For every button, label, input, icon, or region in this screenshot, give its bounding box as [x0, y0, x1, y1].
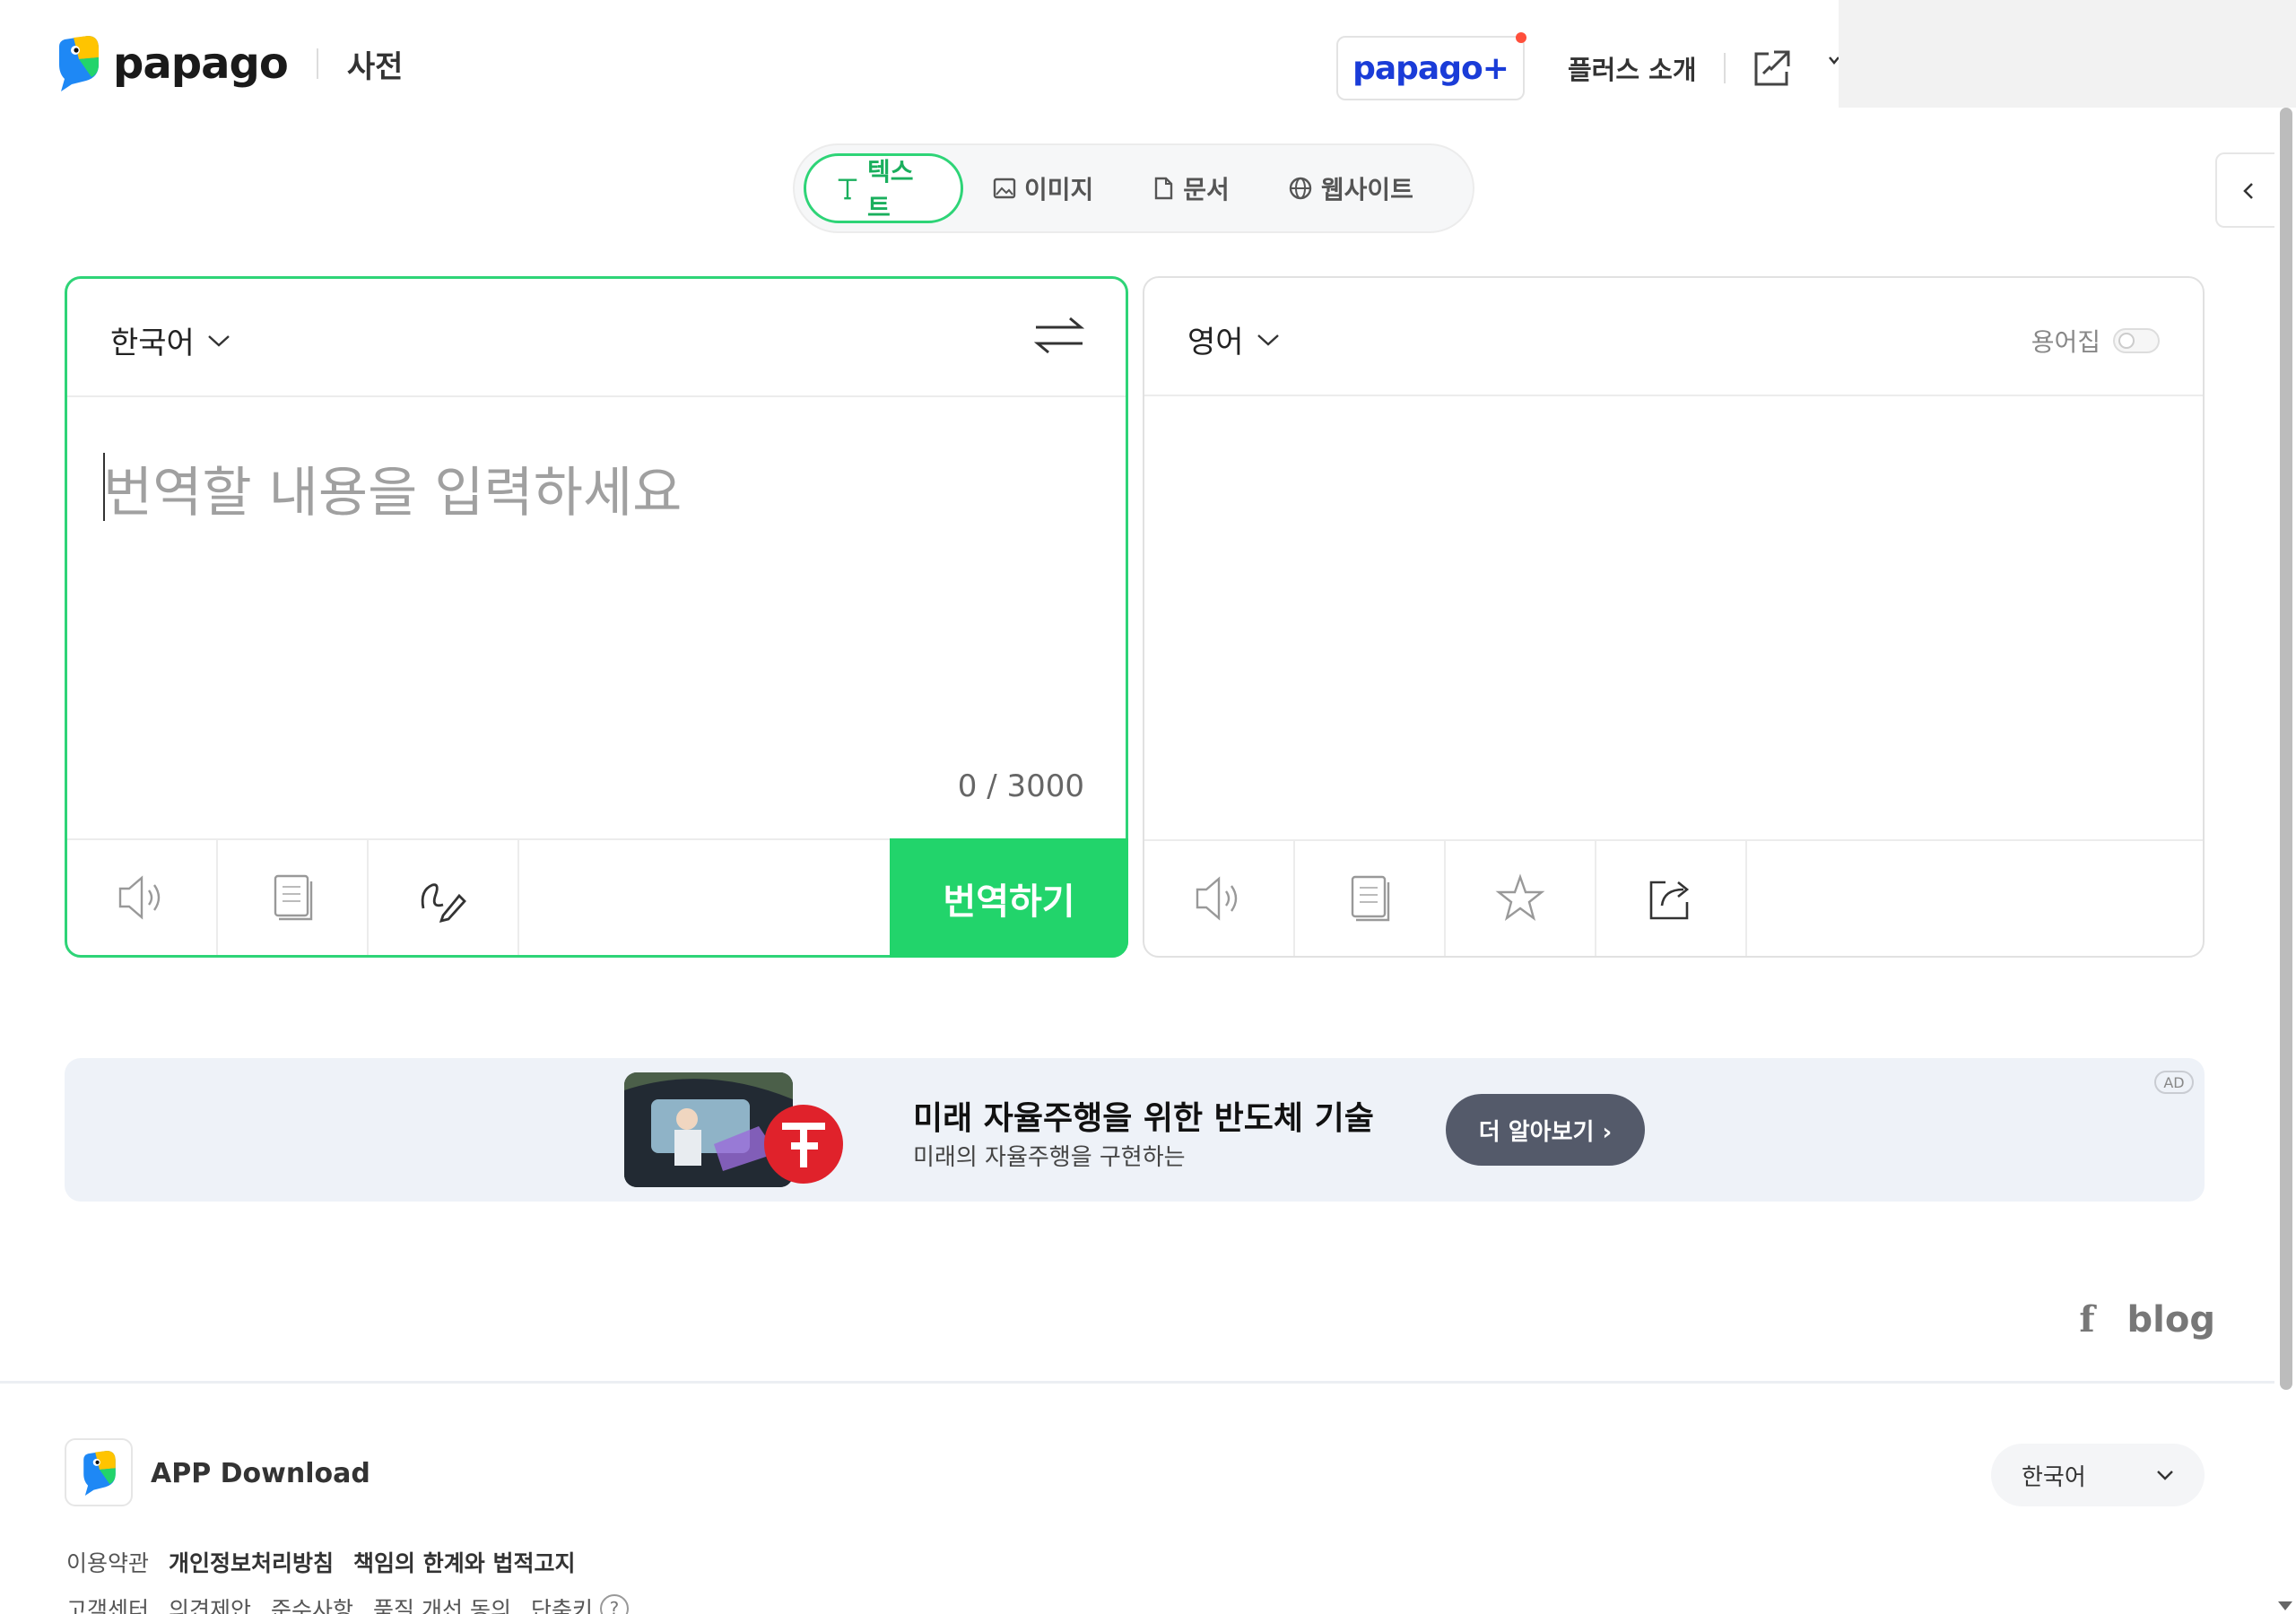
papago-bird-icon — [83, 1450, 116, 1497]
text-icon — [838, 178, 857, 200]
scrollbar-thumb[interactable] — [2280, 108, 2292, 1390]
copy-icon — [274, 874, 313, 921]
footer-links-secondary: 고객센터 의견제안 준수사항 품질 개선 동의 단축키 ? — [66, 1592, 648, 1614]
tab-website-label: 웹사이트 — [1320, 175, 1413, 204]
notification-dot — [1516, 32, 1526, 43]
glossary-label: 용어집 — [2031, 327, 2100, 357]
tab-image[interactable]: 이미지 — [963, 153, 1122, 223]
speaker-icon — [118, 875, 161, 920]
papago-logo[interactable]: papago 사전 — [56, 34, 403, 93]
tab-text[interactable]: 텍스트 — [804, 153, 963, 223]
copy-button[interactable] — [218, 840, 369, 955]
source-panel-header: 한국어 — [67, 279, 1126, 397]
chevron-down-icon — [1257, 334, 1279, 346]
footer-divider — [0, 1381, 2278, 1384]
papago-plus-button[interactable]: papago+ — [1336, 32, 1526, 100]
scroll-down-arrow-icon[interactable] — [2278, 1601, 2292, 1610]
target-language-select[interactable]: 영어 — [1187, 317, 1280, 361]
translate-button[interactable]: 번역하기 — [890, 838, 1128, 958]
social-links: f blog — [2079, 1298, 2215, 1341]
dictionary-link[interactable]: 사전 — [347, 42, 404, 86]
compliance-link[interactable]: 준수사항 — [271, 1592, 353, 1614]
app-download-link[interactable]: APP Download — [151, 1458, 370, 1489]
copy-button[interactable] — [1295, 841, 1446, 956]
privacy-policy-link[interactable]: 개인정보처리방침 — [169, 1546, 334, 1578]
help-icon[interactable]: ? — [599, 1594, 629, 1614]
feedback-link[interactable]: 의견제안 — [169, 1592, 251, 1614]
source-language-label: 한국어 — [110, 325, 195, 361]
footer-links-primary: 이용약관 개인정보처리방침 책임의 한계와 법적고지 — [66, 1546, 595, 1578]
source-toolbar: 번역하기 — [67, 838, 1128, 958]
ad-learn-more-button[interactable]: 더 알아보기 › — [1446, 1094, 1645, 1166]
handwriting-button[interactable] — [369, 840, 519, 955]
tab-text-label: 텍스트 — [866, 157, 914, 222]
header-divider — [1723, 53, 1726, 83]
character-counter: 0 / 3000 — [957, 768, 1084, 804]
speaker-icon — [1196, 876, 1238, 921]
favorite-button[interactable] — [1446, 841, 1596, 956]
switch-knob — [2118, 333, 2135, 349]
top-header: papago 사전 papago+ 플러스 소개 — [0, 0, 2296, 126]
footer-language-select[interactable]: 한국어 — [1991, 1444, 2205, 1506]
papago-plus-label: papago+ — [1352, 49, 1509, 87]
tab-document[interactable]: 문서 — [1122, 153, 1258, 223]
page-scrollbar[interactable] — [2274, 108, 2296, 1614]
listen-button[interactable] — [1144, 841, 1295, 956]
translation-mode-tabs: 텍스트 이미지 문서 웹사이트 — [793, 143, 1474, 233]
ad-subtitle: 미래의 자율주행을 구현하는 — [913, 1144, 1186, 1171]
ad-banner[interactable]: 미래 자율주행을 위한 반도체 기술 미래의 자율주행을 구현하는 더 알아보기… — [65, 1058, 2205, 1202]
share-icon — [1649, 881, 1690, 920]
terms-link[interactable]: 이용약관 — [66, 1546, 149, 1578]
document-icon — [1155, 177, 1173, 200]
listen-button[interactable] — [67, 840, 218, 955]
star-icon — [1495, 873, 1545, 922]
globe-icon — [1289, 177, 1312, 200]
chevron-down-icon — [208, 334, 230, 347]
legal-notice-link[interactable]: 책임의 한계와 법적고지 — [353, 1546, 575, 1578]
facebook-icon[interactable]: f — [2079, 1298, 2094, 1341]
chevron-down-icon — [2157, 1471, 2173, 1480]
tab-image-label: 이미지 — [1024, 175, 1094, 204]
tab-document-label: 문서 — [1183, 175, 1230, 204]
target-panel-header: 영어 용어집 — [1144, 278, 2203, 396]
brand-mark-icon — [782, 1123, 825, 1167]
source-panel: 한국어 번역할 내용을 입력하세요 0 / 3000 번역하기 — [65, 276, 1128, 958]
ad-title: 미래 자율주행을 위한 반도체 기술 — [913, 1100, 1374, 1137]
share-button[interactable] — [1596, 841, 1747, 956]
copy-icon — [1351, 875, 1390, 922]
target-toolbar — [1144, 839, 2203, 956]
pen-icon — [421, 883, 466, 923]
shortcuts-link[interactable]: 단축키 — [531, 1592, 593, 1614]
target-language-label: 영어 — [1187, 325, 1244, 360]
logo-wordmark: papago — [113, 39, 289, 89]
papago-bird-icon — [59, 36, 99, 91]
ad-brand-badge — [764, 1105, 843, 1184]
logo-divider — [316, 48, 318, 79]
target-panel: 영어 용어집 — [1143, 276, 2205, 958]
header-actions: papago+ 플러스 소개 — [1336, 32, 1794, 100]
chevron-left-icon — [2243, 183, 2253, 199]
app-icon[interactable] — [65, 1438, 133, 1506]
customer-center-link[interactable]: 고객센터 — [66, 1592, 149, 1614]
header-overlay-area — [1839, 0, 2296, 108]
source-language-select[interactable]: 한국어 — [110, 318, 230, 362]
ad-label[interactable]: AD — [2154, 1071, 2194, 1094]
image-icon — [993, 178, 1016, 199]
glossary-switch[interactable] — [2113, 328, 2160, 353]
glossary-toggle[interactable]: 용어집 — [2031, 323, 2160, 359]
footer-language-label: 한국어 — [2022, 1463, 2086, 1491]
source-text-input[interactable]: 번역할 내용을 입력하세요 — [103, 449, 682, 527]
external-link-icon[interactable] — [1751, 47, 1794, 90]
blog-link[interactable]: blog — [2127, 1299, 2215, 1341]
tab-website[interactable]: 웹사이트 — [1258, 153, 1442, 223]
quality-consent-link[interactable]: 품질 개선 동의 — [373, 1592, 511, 1614]
swap-languages-icon[interactable] — [1032, 313, 1086, 358]
plus-intro-link[interactable]: 플러스 소개 — [1568, 49, 1697, 87]
